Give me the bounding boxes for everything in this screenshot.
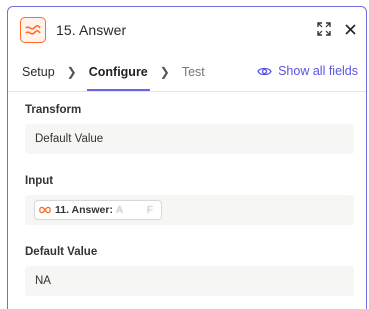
default-value-value: NA — [35, 275, 51, 287]
show-all-fields-button[interactable]: Show all fields — [257, 64, 358, 78]
tab-setup[interactable]: Setup — [22, 65, 55, 79]
transform-label: Transform — [25, 104, 82, 116]
tab-configure[interactable]: Configure — [86, 65, 150, 91]
transform-select[interactable]: Default Value — [25, 124, 354, 154]
show-all-fields-label: Show all fields — [278, 64, 358, 78]
close-icon[interactable] — [345, 23, 356, 35]
input-mapped-pill[interactable]: 11. Answer: A F — [34, 200, 163, 220]
tab-test[interactable]: Test — [182, 65, 205, 79]
chevron-right-icon: ❯ — [159, 65, 170, 79]
chevron-right-icon: ❯ — [66, 65, 77, 79]
infinity-icon — [39, 206, 51, 214]
input-label: Input — [25, 175, 54, 187]
default-value-label: Default Value — [25, 246, 98, 258]
expand-icon[interactable] — [317, 22, 331, 36]
pill-value: A F — [115, 204, 154, 216]
panel-header: 15. Answer — [8, 7, 366, 53]
formatter-app-badge — [20, 17, 46, 43]
transform-wave-icon — [25, 24, 41, 35]
step-tabs: Setup ❯ Configure ❯ Test Show all fields — [8, 53, 366, 92]
pill-step-ref: 11. Answer: — [55, 204, 113, 216]
step-editor-panel: 15. Answer Setup ❯ Configure ❯ Test Show… — [7, 6, 367, 309]
input-field[interactable]: 11. Answer: A F — [25, 195, 354, 225]
transform-value: Default Value — [35, 133, 104, 145]
default-value-input[interactable]: NA — [25, 266, 354, 296]
eye-icon — [257, 67, 272, 75]
configure-form: Transform Default Value Input 11. Answer… — [8, 92, 366, 296]
step-title: 15. Answer — [56, 22, 127, 38]
